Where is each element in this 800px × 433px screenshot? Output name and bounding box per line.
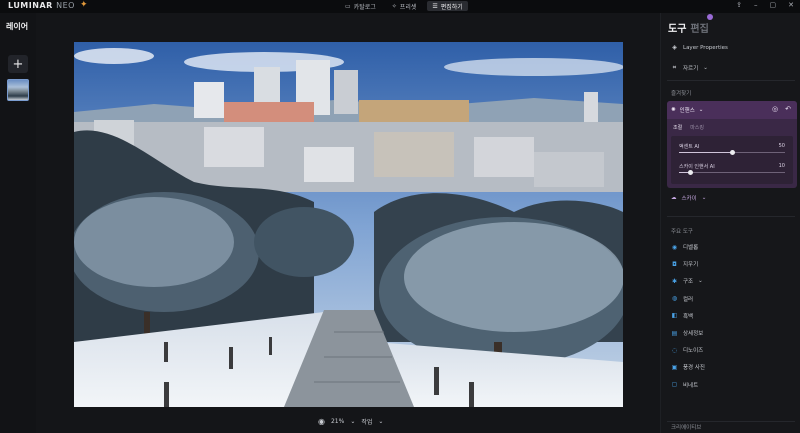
zoom-level[interactable]: 21% xyxy=(331,418,344,425)
tab-catalog[interactable]: ▭ 카탈로그 xyxy=(340,1,381,11)
denoise-icon: ◌ xyxy=(671,346,678,354)
tab-edits[interactable]: 편집 xyxy=(690,20,708,35)
cloud-icon: ☁ xyxy=(671,195,677,201)
main-tools-title: 주요 도구 xyxy=(671,229,693,235)
crop-icon: ⌗ xyxy=(672,64,677,71)
canvas-bottom-controls: ◉ 21% ⌄ 작업 ⌄ xyxy=(318,417,383,426)
close-icon[interactable]: ✕ xyxy=(788,1,794,9)
layers-icon: ◈ xyxy=(672,44,677,51)
slider-thumb[interactable] xyxy=(730,150,735,155)
chevron-down-icon: ⌄ xyxy=(698,278,703,285)
tab-presets[interactable]: ✧ 프리셋 xyxy=(387,1,422,11)
tool-item[interactable]: ✱ 구조 ⌄ xyxy=(671,277,703,286)
eye-icon[interactable]: ◉ xyxy=(318,417,325,426)
tool-item[interactable]: ▤ 상세정보 xyxy=(671,329,704,338)
creative-title: 크리에이티브 xyxy=(671,425,702,431)
enhance-tool: ✺ 인핸스 ⌄ ◎ ↶ 조절 마스킹 액센트 AI 50 스카이 인핸서 AI … xyxy=(667,101,797,188)
minimize-icon[interactable]: – xyxy=(754,1,758,9)
sky-tool-row[interactable]: ☁ 스카이 ⌄ xyxy=(671,194,706,202)
sliders-icon: ☰ xyxy=(432,2,438,10)
logo-text: LUMINAR xyxy=(8,1,53,10)
tools-panel: 도구 편집 ◈ Layer Properties ⌗ 자르기 ⌄ 즐겨찾기 ✺ … xyxy=(660,13,800,433)
favorites-title: 즐겨찾기 xyxy=(671,91,692,97)
logo-suffix: NEO xyxy=(56,1,75,10)
tool-item[interactable]: ▢ 비네트 xyxy=(671,381,699,389)
notification-badge xyxy=(707,14,713,20)
slider-fill xyxy=(679,152,732,153)
enhance-header[interactable]: ✺ 인핸스 ⌄ ◎ ↶ xyxy=(667,101,797,119)
subtab-masking[interactable]: 마스킹 xyxy=(690,124,704,131)
crop-row[interactable]: ⌗ 자르기 ⌄ xyxy=(671,64,708,72)
tab-edit[interactable]: ☰ 편집하기 xyxy=(427,1,468,11)
panel-tabs: 도구 편집 xyxy=(668,20,709,35)
tool-item[interactable]: ◘ 지우기 xyxy=(671,260,698,269)
spark-icon: ✦ xyxy=(80,0,88,10)
color-icon: ◍ xyxy=(671,295,678,303)
enhance-sliders: 액센트 AI 50 스카이 인핸서 AI 10 xyxy=(671,136,793,184)
divider xyxy=(667,421,795,422)
layer-thumbnail[interactable] xyxy=(7,79,29,101)
chevron-down-icon: ⌄ xyxy=(701,195,707,201)
add-layer-button[interactable]: + xyxy=(8,55,28,73)
develop-icon: ◉ xyxy=(671,243,678,251)
zoom-chevron-icon[interactable]: ⌄ xyxy=(350,418,355,425)
slider-track[interactable] xyxy=(679,150,785,155)
window-controls: ⇪ – ▢ ✕ xyxy=(736,1,794,9)
plus-icon: + xyxy=(12,56,24,72)
mode-tabs: ▭ 카탈로그 ✧ 프리셋 ☰ 편집하기 xyxy=(340,1,468,11)
reset-icon[interactable]: ↶ xyxy=(785,105,791,113)
app-logo: LUMINAR NEO xyxy=(8,1,75,10)
landscape-icon: ▣ xyxy=(671,363,678,371)
winter-city-photo xyxy=(74,42,623,407)
slider-thumb[interactable] xyxy=(687,170,693,175)
tool-item[interactable]: ▣ 풍경 사진 xyxy=(671,363,705,372)
tool-item[interactable]: ◉ 디벨롭 xyxy=(671,243,698,252)
layer-properties-row[interactable]: ◈ Layer Properties xyxy=(671,44,728,51)
share-icon[interactable]: ⇪ xyxy=(736,1,742,9)
chevron-down-icon: ⌄ xyxy=(698,107,704,113)
enhance-icon: ✺ xyxy=(671,107,676,113)
enhance-subtabs: 조절 마스킹 xyxy=(673,124,704,131)
sparkle-icon: ✧ xyxy=(391,2,397,10)
details-icon: ▤ xyxy=(671,329,678,337)
divider xyxy=(667,216,795,217)
canvas-area: ◉ 21% ⌄ 작업 ⌄ xyxy=(36,13,660,433)
tool-item[interactable]: ◌ 디노이즈 xyxy=(671,346,703,355)
photo-preview[interactable] xyxy=(74,42,623,407)
layers-title: 레이어 xyxy=(6,22,29,31)
top-bar: LUMINAR NEO ✦ ▭ 카탈로그 ✧ 프리셋 ☰ 편집하기 ⇪ – ▢ … xyxy=(0,0,800,13)
layers-panel: 레이어 + xyxy=(0,13,36,433)
chevron-down-icon: ⌄ xyxy=(703,65,708,71)
visibility-icon[interactable]: ◎ xyxy=(772,105,778,113)
divider xyxy=(667,80,795,81)
tool-item[interactable]: ◍ 컬러 xyxy=(671,295,693,303)
erase-icon: ◘ xyxy=(672,260,677,268)
slider-track[interactable] xyxy=(679,170,785,175)
structure-icon: ✱ xyxy=(671,277,678,285)
subtab-adjust[interactable]: 조절 xyxy=(673,124,682,131)
folder-icon: ▭ xyxy=(345,2,351,10)
bw-icon: ◧ xyxy=(671,312,678,320)
actions-chevron-icon[interactable]: ⌄ xyxy=(378,418,383,425)
tool-item[interactable]: ◧ 흑백 xyxy=(671,312,693,320)
tab-tools[interactable]: 도구 xyxy=(668,20,686,35)
vignette-icon: ▢ xyxy=(671,381,678,389)
actions-menu[interactable]: 작업 xyxy=(361,417,372,426)
maximize-icon[interactable]: ▢ xyxy=(770,1,777,9)
